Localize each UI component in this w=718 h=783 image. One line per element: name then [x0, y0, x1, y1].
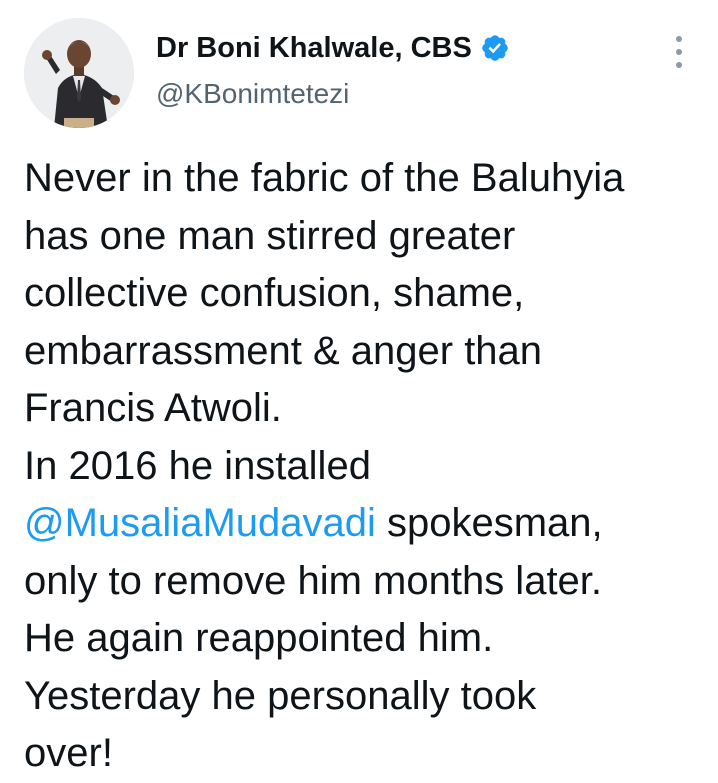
tweet-card: Dr Boni Khalwale, CBS @KBonimtetezi Neve… — [0, 0, 718, 775]
verified-badge-icon — [480, 33, 510, 63]
tweet-line-with-mention: @MusaliaMudavadi spokesman, — [24, 495, 704, 553]
tweet-line: collective confusion, shame, — [24, 271, 525, 315]
tweet-line: In 2016 he installed — [24, 443, 371, 488]
tweet-line: Never in the fabric of the Baluhyia — [24, 156, 625, 200]
tweet-line: He again reappointed him. — [24, 616, 494, 660]
tweet-line: Yesterday he personally took — [24, 673, 537, 718]
tweet-line: has one man stirred greater — [24, 213, 516, 258]
tweet-line: over! — [24, 731, 113, 775]
tweet-line: Francis Atwoli. — [24, 386, 282, 430]
more-options-icon[interactable] — [668, 36, 690, 68]
author-name-row[interactable]: Dr Boni Khalwale, CBS — [156, 26, 510, 70]
mention-link[interactable]: @MusaliaMudavadi — [24, 501, 376, 545]
author-handle[interactable]: @KBonimtetezi — [156, 78, 349, 110]
more-dot — [676, 62, 682, 68]
mention-suffix: spokesman, — [375, 501, 603, 545]
avatar-photo-icon — [24, 18, 134, 128]
more-dot — [676, 49, 682, 55]
author-display-name[interactable]: Dr Boni Khalwale, CBS — [156, 32, 472, 65]
tweet-line: only to remove him months later. — [24, 558, 603, 603]
tweet-text: Never in the fabric of the Baluhyia has … — [24, 150, 704, 783]
avatar[interactable] — [24, 18, 134, 128]
more-dot — [676, 36, 682, 42]
tweet-line: embarrassment & anger than — [24, 328, 543, 373]
